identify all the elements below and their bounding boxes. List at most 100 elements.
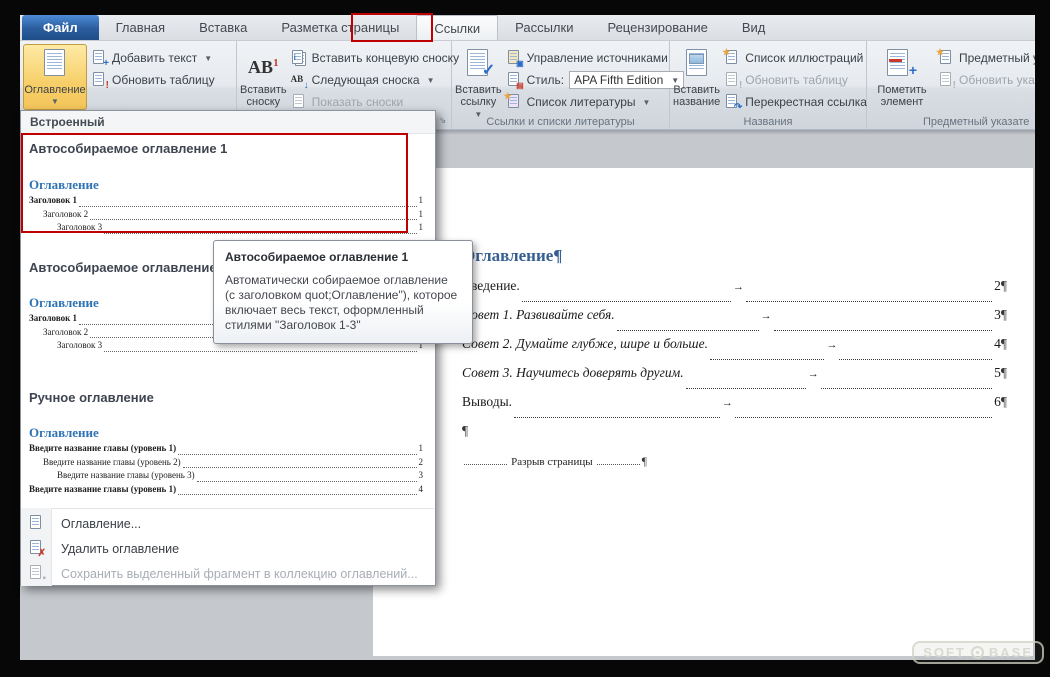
chevron-down-icon: ▼: [643, 98, 651, 107]
insert-caption-button[interactable]: Вставить название: [673, 44, 720, 110]
insert-citation-button[interactable]: ✓ Вставить ссылку ▼: [455, 44, 502, 121]
group-captions: Вставить название ★ Список иллюстраций !…: [670, 41, 867, 129]
update-table-button[interactable]: ! Обновить таблицу: [87, 69, 219, 91]
tab-references[interactable]: Ссылки: [416, 15, 498, 40]
empty-paragraph: ¶: [462, 423, 1007, 449]
pilcrow-mark: ¶: [1001, 307, 1007, 323]
footnotes-dialog-launcher[interactable]: ⇘: [436, 114, 449, 127]
chevron-down-icon: ▼: [427, 76, 435, 85]
style-label: Стиль:: [527, 73, 564, 87]
tab-mailings[interactable]: Рассылки: [498, 15, 590, 40]
softobase-watermark: SOFT BASE: [912, 641, 1044, 664]
save-selection-icon: ▪: [28, 565, 44, 581]
dot-leader: [686, 388, 806, 389]
dot-leader: [746, 301, 992, 302]
tab-home[interactable]: Главная: [99, 15, 182, 40]
tab-insert[interactable]: Вставка: [182, 15, 264, 40]
dot-leader: [514, 417, 720, 418]
pilcrow-mark: ¶: [462, 423, 468, 438]
tab-arrow-icon: [826, 339, 837, 351]
preview-toc-row: Заголовок 11: [29, 195, 423, 209]
toc-dialog-icon: [28, 515, 44, 531]
dot-leader: [183, 467, 417, 468]
preview-toc-row: Введите название главы (уровень 3)3: [29, 470, 423, 484]
insert-endnote-button[interactable]: i Вставить концевую сноску: [287, 47, 463, 69]
insert-index-label: Предметный у: [959, 51, 1035, 65]
update-figures-table-button[interactable]: ! Обновить таблицу: [720, 69, 871, 91]
tab-file[interactable]: Файл: [22, 15, 99, 40]
gallery-item-preview: Оглавление Заголовок 11 Заголовок 21 Заг…: [29, 177, 423, 236]
pilcrow-mark: ¶: [1001, 365, 1007, 381]
menu-separator: [22, 508, 434, 509]
dot-leader: [197, 481, 417, 482]
bibliography-button[interactable]: ★ Список литературы ▼: [502, 91, 689, 113]
insert-footnote-label: Вставить сноску: [240, 84, 287, 108]
dot-leader: [839, 359, 992, 360]
insert-index-icon: ★: [938, 50, 954, 66]
tab-arrow-icon: [808, 368, 819, 380]
watermark-text-right: BASE: [989, 645, 1033, 660]
toc-button-label: Оглавление: [24, 84, 85, 96]
table-of-figures-label: Список иллюстраций: [745, 51, 863, 65]
tab-arrow-icon: [733, 281, 744, 293]
captions-small-buttons: ★ Список иллюстраций ! Обновить таблицу …: [720, 44, 871, 113]
dot-leader: [774, 330, 992, 331]
toc-small-buttons: + Добавить текст ▼ ! Обновить таблицу: [87, 44, 219, 91]
insert-caption-icon: [680, 48, 714, 80]
gallery-item-auto-toc-1[interactable]: Автособираемое оглавление 1 Оглавление З…: [21, 134, 435, 233]
menu-item-remove-toc[interactable]: ✗ Удалить оглавление: [21, 536, 435, 561]
mark-entry-label: Пометить элемент: [877, 84, 926, 108]
cross-reference-icon: ↷: [724, 94, 740, 110]
update-index-label: Обновить ука: [959, 73, 1035, 87]
citations-group-label: Ссылки и списки литературы: [452, 116, 669, 128]
add-text-button[interactable]: + Добавить текст ▼: [87, 47, 219, 69]
remove-toc-icon: ✗: [28, 540, 44, 556]
dropdown-menu: Оглавление... ✗ Удалить оглавление ▪ Сох…: [21, 511, 435, 586]
bibliography-icon: ★: [506, 94, 522, 110]
dropdown-header-builtin: Встроенный: [21, 111, 435, 134]
chevron-down-icon: ▼: [204, 54, 212, 63]
menu-item-label: Сохранить выделенный фрагмент в коллекци…: [61, 567, 418, 581]
cross-reference-button[interactable]: ↷ Перекрестная ссылка: [720, 91, 871, 113]
chevron-down-icon: ▼: [51, 97, 59, 106]
update-table-icon: !: [91, 72, 107, 88]
ribbon-tab-bar: Файл Главная Вставка Разметка страницы С…: [20, 15, 1035, 41]
insert-citation-icon: ✓: [461, 48, 495, 80]
next-footnote-label: Следующая сноска: [312, 73, 420, 87]
preview-toc-heading: Оглавление: [29, 177, 423, 193]
manage-sources-icon: ▣: [506, 50, 522, 66]
menu-item-insert-toc[interactable]: Оглавление...: [21, 511, 435, 536]
toc-entry: Совет 2. Думайте глубже, шире и больше. …: [462, 336, 1007, 365]
gallery-item-manual-toc[interactable]: Ручное оглавление Оглавление Введите наз…: [21, 373, 435, 505]
insert-caption-label: Вставить название: [673, 84, 720, 108]
tab-view[interactable]: Вид: [725, 15, 783, 40]
toc-icon: [38, 48, 72, 80]
manage-sources-button[interactable]: ▣ Управление источниками: [502, 47, 689, 69]
citation-style-combobox[interactable]: APA Fifth Edition ▼: [569, 71, 684, 89]
update-figures-table-label: Обновить таблицу: [745, 73, 848, 87]
insert-footnote-button[interactable]: AB1 Вставить сноску: [240, 44, 287, 110]
toc-entry: Выводы. 6¶: [462, 394, 1007, 423]
dot-leader: [710, 359, 825, 360]
tab-review[interactable]: Рецензирование: [590, 15, 724, 40]
mark-entry-icon: +: [885, 48, 919, 80]
menu-item-save-selection[interactable]: ▪ Сохранить выделенный фрагмент в коллек…: [21, 561, 435, 586]
table-of-figures-button[interactable]: ★ Список иллюстраций: [720, 47, 871, 69]
dot-leader: [178, 454, 416, 455]
insert-index-button[interactable]: ★ Предметный у: [934, 47, 1035, 69]
footnote-small-buttons: i Вставить концевую сноску AB↓ Следующая…: [287, 44, 463, 113]
tab-page-layout[interactable]: Разметка страницы: [264, 15, 416, 40]
next-footnote-button[interactable]: AB↓ Следующая сноска ▼: [287, 69, 463, 91]
gallery-item-preview: Оглавление Введите название главы (урове…: [29, 425, 423, 497]
watermark-text-left: SOFT: [923, 645, 966, 660]
group-citations-bibliography: ✓ Вставить ссылку ▼ ▣ Управление источни…: [452, 41, 670, 129]
mark-entry-button[interactable]: + Пометить элемент: [870, 44, 934, 110]
pilcrow-mark: ¶: [1001, 278, 1007, 294]
toc-entry: Совет 1. Развивайте себя. 3¶: [462, 307, 1007, 336]
toc-gallery-button[interactable]: Оглавление ▼: [23, 44, 87, 110]
update-index-button[interactable]: ! Обновить ука: [934, 69, 1035, 91]
word-application-window: Файл Главная Вставка Разметка страницы С…: [0, 0, 1050, 677]
pilcrow-mark: ¶: [1001, 336, 1007, 352]
endnote-icon: i: [291, 50, 307, 66]
footnote-ab1-icon: AB1: [246, 48, 280, 80]
